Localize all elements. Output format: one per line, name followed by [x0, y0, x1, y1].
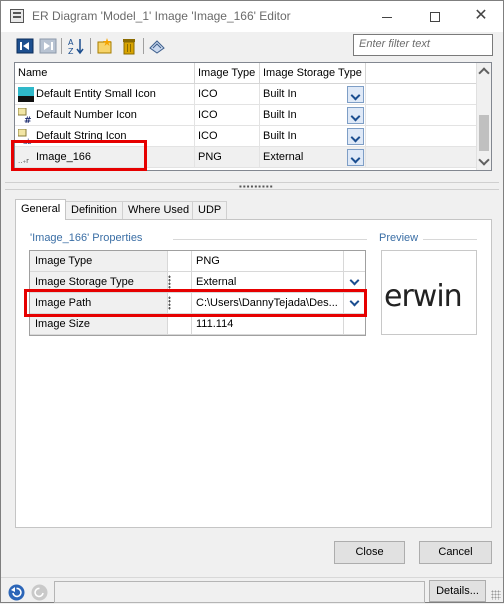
tab-where-used[interactable]: Where Used — [122, 201, 196, 220]
image-list-header: Name Image Type Image Storage Type — [15, 63, 477, 84]
scroll-down-icon[interactable] — [478, 154, 490, 166]
minimize-icon — [382, 16, 392, 18]
image-list-grid[interactable]: Name Image Type Image Storage Type Defau… — [14, 62, 492, 171]
image-name: Default String Icon — [33, 126, 195, 146]
image-row[interactable]: ab Default String Icon ICO Built In — [15, 126, 477, 147]
tab-definition[interactable]: Definition — [65, 201, 123, 220]
property-name: Image Storage Type — [30, 272, 168, 292]
next-icon[interactable] — [39, 37, 57, 55]
chevron-down-icon[interactable] — [343, 293, 365, 313]
tab-general[interactable]: General — [15, 199, 67, 220]
filter-input[interactable]: Enter filter text — [353, 34, 493, 56]
chevron-down-icon[interactable] — [343, 272, 365, 292]
scroll-up-icon[interactable] — [478, 67, 490, 79]
image-type: ICO — [195, 84, 260, 104]
redo-icon[interactable] — [31, 584, 48, 601]
status-text-field — [54, 581, 425, 603]
window-title: ER Diagram 'Model_1' Image 'Image_166' E… — [32, 9, 291, 23]
tab-udp[interactable]: UDP — [192, 201, 228, 220]
string-icon: ab — [18, 129, 32, 144]
app-icon — [10, 9, 24, 23]
resize-grip[interactable] — [491, 590, 501, 600]
image-row[interactable]: # Default Number Icon ICO Built In — [15, 105, 477, 126]
preview-logo: erwin — [384, 279, 463, 314]
image-type: PNG — [195, 147, 260, 167]
image-icon: ..₊r — [18, 157, 29, 165]
undo-icon[interactable] — [8, 584, 25, 601]
image-type: ICO — [195, 105, 260, 125]
storage-dropdown-button[interactable] — [347, 107, 364, 124]
close-button[interactable]: Close — [334, 541, 405, 564]
property-value: External — [196, 276, 237, 288]
storage-dropdown-button[interactable] — [347, 149, 364, 166]
properties-grid: Image Type PNG Image Storage Type Extern… — [29, 250, 366, 336]
image-list-scrollbar[interactable] — [476, 63, 491, 170]
image-name: Default Entity Small Icon — [33, 84, 195, 104]
image-name: Default Number Icon — [33, 105, 195, 125]
svg-text:ab: ab — [23, 138, 32, 144]
properties-group-title: 'Image_166' Properties — [30, 232, 143, 244]
svg-text:A: A — [68, 38, 74, 47]
property-name: Image Path — [30, 293, 168, 313]
details-button[interactable]: Details... — [429, 580, 486, 602]
delete-icon[interactable] — [120, 37, 138, 55]
cancel-button[interactable]: Cancel — [419, 541, 492, 564]
sort-az-icon[interactable]: AZ — [67, 37, 85, 55]
editor-window: ER Diagram 'Model_1' Image 'Image_166' E… — [0, 0, 504, 603]
close-icon: ✕ — [474, 7, 488, 24]
property-name: Image Type — [30, 251, 168, 271]
new-image-icon[interactable] — [96, 37, 114, 55]
splitter-grip-icon: ▪▪▪▪▪▪▪▪▪ — [239, 182, 274, 191]
property-row-image-path[interactable]: Image Path C:\Users\DannyTejada\Des... — [30, 293, 365, 314]
close-window-button[interactable]: ✕ — [459, 4, 503, 28]
storage-dropdown-button[interactable] — [347, 86, 364, 103]
column-header-image-type[interactable]: Image Type — [195, 63, 260, 84]
property-name: Image Size — [30, 314, 168, 334]
image-path-value[interactable]: C:\Users\DannyTejada\Des... — [192, 293, 342, 313]
svg-text:#: # — [24, 116, 32, 123]
entity-icon — [18, 87, 34, 102]
image-name: Image_166 — [33, 147, 195, 167]
property-row-image-size[interactable]: Image Size 111.114 — [30, 314, 365, 335]
property-row-image-type[interactable]: Image Type PNG — [30, 251, 365, 272]
property-row-image-storage-type[interactable]: Image Storage Type External — [30, 272, 365, 293]
preview-group-title: Preview — [379, 232, 419, 244]
image-row-selected[interactable]: ..₊r Image_166 PNG External — [15, 147, 477, 168]
storage-dropdown-button[interactable] — [347, 128, 364, 145]
pane-splitter[interactable]: ▪▪▪▪▪▪▪▪▪ — [5, 182, 499, 191]
status-bar — [1, 577, 503, 604]
minimize-button[interactable] — [365, 4, 409, 28]
svg-text:Z: Z — [68, 47, 74, 55]
title-bar: ER Diagram 'Model_1' Image 'Image_166' E… — [1, 1, 503, 32]
maximize-icon — [430, 12, 440, 23]
image-row[interactable]: Default Entity Small Icon ICO Built In — [15, 84, 477, 105]
image-preview: erwin — [381, 250, 477, 335]
image-type: ICO — [195, 126, 260, 146]
column-header-name[interactable]: Name — [15, 63, 195, 84]
scroll-thumb[interactable] — [479, 115, 489, 151]
column-header-storage-type[interactable]: Image Storage Type — [260, 63, 366, 84]
import-image-icon[interactable] — [148, 37, 166, 55]
property-value: PNG — [196, 255, 220, 267]
svg-text:..₊r: ..₊r — [18, 157, 29, 165]
property-value: 111.114 — [196, 318, 234, 330]
number-icon: # — [18, 108, 32, 123]
previous-icon[interactable] — [16, 37, 34, 55]
maximize-button[interactable] — [413, 4, 457, 28]
